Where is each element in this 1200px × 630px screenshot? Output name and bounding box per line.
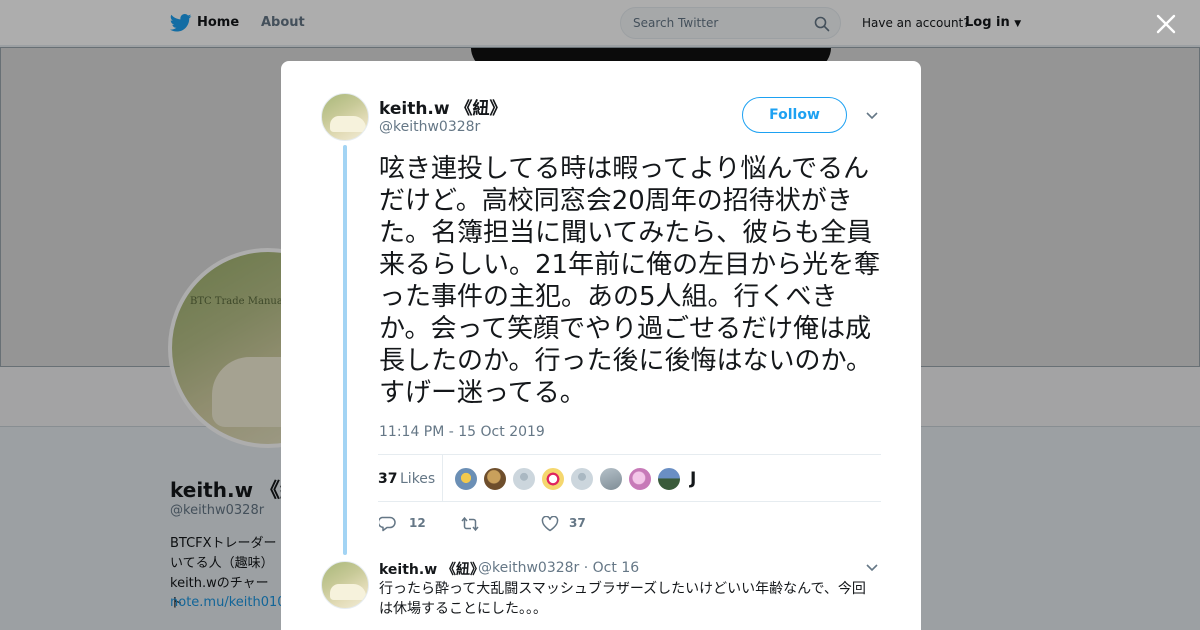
close-icon[interactable] [1154, 12, 1178, 36]
likes-count[interactable]: 37 [378, 471, 397, 487]
author-handle[interactable]: @keithw0328r [379, 119, 480, 135]
retweet-icon [461, 516, 479, 532]
tweet-stats: 37 Likes J [378, 454, 881, 502]
tweet-modal: keith.w 《紐》 @keithw0328r Follow 呟き連投してる時… [281, 61, 921, 630]
likes-label[interactable]: Likes [400, 471, 435, 487]
liker-avatar[interactable] [454, 467, 478, 491]
follow-button[interactable]: Follow [742, 97, 847, 133]
liker-avatar[interactable] [570, 467, 594, 491]
author-name[interactable]: keith.w 《紐》 [379, 94, 507, 119]
liker-avatar[interactable] [599, 467, 623, 491]
chevron-down-icon[interactable] [865, 111, 879, 121]
avatar-car-graphic [330, 584, 366, 600]
avatar-car-graphic [330, 116, 366, 132]
liker-more[interactable]: J [690, 469, 696, 489]
reply-meta[interactable]: @keithw0328r · Oct 16 [478, 560, 639, 576]
heart-icon [541, 516, 559, 532]
liker-avatar[interactable] [483, 467, 507, 491]
author-avatar[interactable] [321, 93, 369, 141]
liker-avatar[interactable] [628, 467, 652, 491]
reply-icon [379, 516, 396, 532]
liker-avatar[interactable] [512, 467, 536, 491]
reply-count: 12 [409, 516, 426, 530]
reply-text: 行ったら酔って大乱闘スマッシュブラザーズしたいけどいい年齢なんで、今回は休場する… [379, 581, 866, 617]
retweet-button[interactable] [461, 514, 501, 534]
chevron-down-icon[interactable] [865, 563, 879, 573]
stats-divider [442, 455, 443, 501]
thread-connector-line [343, 145, 347, 555]
reply-author-avatar[interactable] [321, 561, 369, 609]
liker-avatar[interactable] [657, 467, 681, 491]
tweet-text: 呟き連投してる時は暇ってより悩んでるんだけど。高校同窓会20周年の招待状がきた。… [379, 154, 881, 408]
reply-author-name[interactable]: keith.w 《紐》 [379, 559, 484, 579]
reply-button[interactable]: 12 [379, 514, 439, 534]
like-count: 37 [569, 516, 586, 530]
like-button[interactable]: 37 [541, 514, 601, 534]
tweet-timestamp[interactable]: 11:14 PM - 15 Oct 2019 [379, 424, 545, 440]
liker-avatar[interactable] [541, 467, 565, 491]
